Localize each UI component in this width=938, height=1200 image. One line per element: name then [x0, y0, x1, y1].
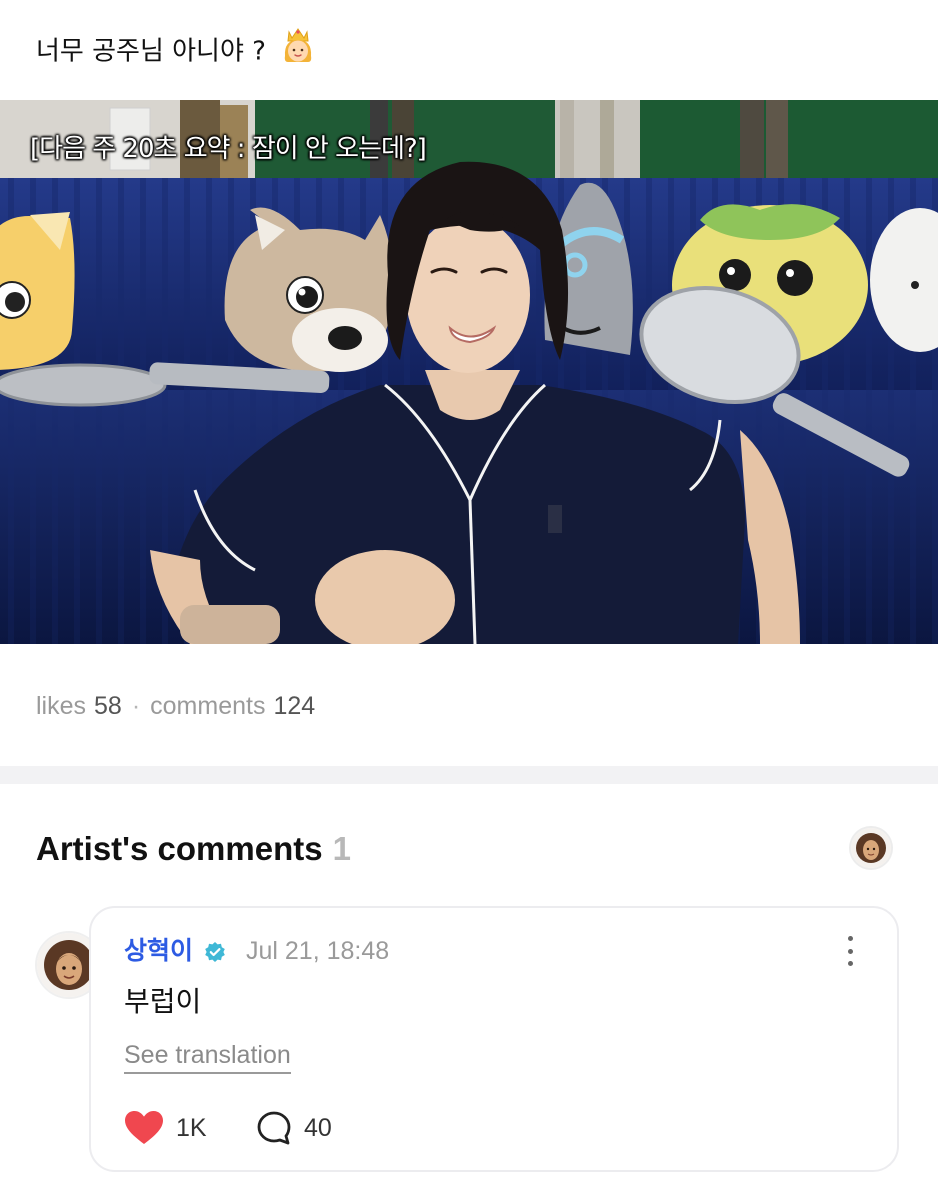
- see-translation-link[interactable]: See translation: [124, 1038, 291, 1074]
- section-divider: [0, 766, 938, 784]
- comments-label: comments: [150, 692, 266, 720]
- heart-icon: [125, 1111, 163, 1144]
- artist-comments-label: Artist's comments: [36, 830, 323, 867]
- video-caption: [다음 주 20초 요약 : 잠이 안 오는데?]: [30, 134, 427, 164]
- speech-bubble-icon: [257, 1111, 291, 1145]
- comment-timestamp: Jul 21, 18:48: [246, 937, 390, 965]
- comment-reply-button[interactable]: 40: [256, 1108, 332, 1148]
- post-text: 너무 공주님 아니야 ?: [36, 26, 316, 78]
- comment-like-button[interactable]: 1K: [124, 1108, 207, 1148]
- post-text-label: 너무 공주님 아니야 ?: [36, 36, 266, 67]
- video-frame-illustration: [0, 100, 938, 644]
- comment-body: 부럽이: [124, 985, 202, 1018]
- more-options-icon[interactable]: [843, 936, 857, 966]
- likes-count[interactable]: 58: [94, 692, 122, 720]
- artist-comments-count: 1: [332, 830, 351, 867]
- artist-comment-card: 상혁이 Jul 21, 18:48 부럽이 See translation 1K…: [89, 906, 899, 1172]
- comment-reply-count: 40: [304, 1113, 332, 1142]
- likes-label: likes: [36, 692, 87, 720]
- comment-author-name[interactable]: 상혁이: [124, 932, 193, 970]
- post-stats: likes 58 · comments 124: [36, 686, 315, 726]
- stats-separator: ·: [131, 692, 141, 720]
- verified-badge-icon: [205, 942, 225, 962]
- artist-comments-title: Artist's comments 1: [36, 826, 351, 872]
- post-video-thumbnail[interactable]: [다음 주 20초 요약 : 잠이 안 오는데?]: [0, 100, 938, 644]
- comments-count[interactable]: 124: [273, 692, 315, 720]
- comment-like-count: 1K: [176, 1113, 207, 1142]
- princess-emoji-icon: [280, 26, 316, 78]
- artist-avatar[interactable]: [851, 828, 891, 868]
